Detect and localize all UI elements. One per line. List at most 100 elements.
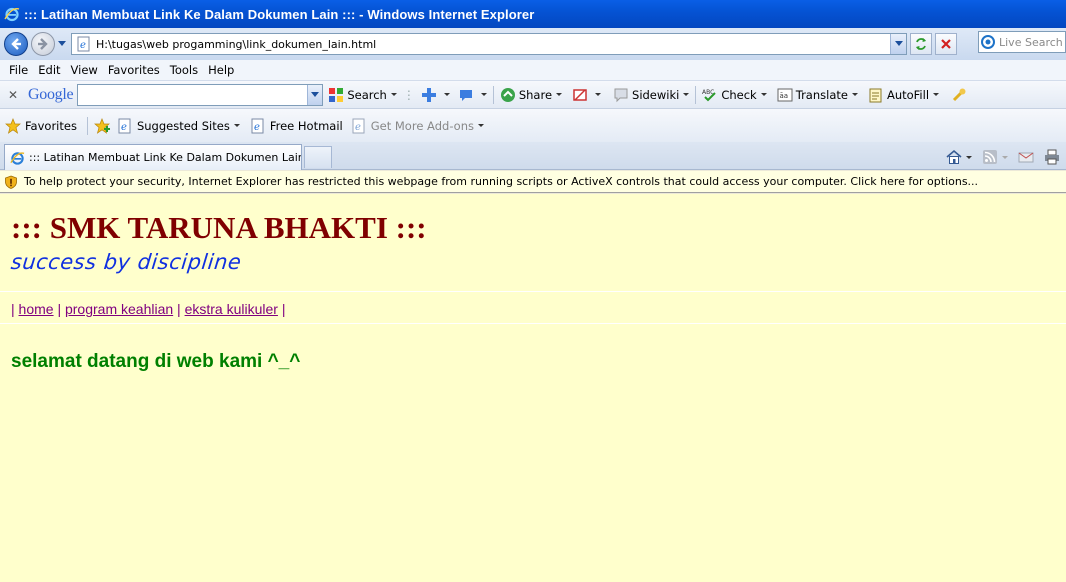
site-tagline: success by discipline — [9, 250, 243, 274]
tab-label: ::: Latihan Membuat Link Ke Dalam Dokume… — [28, 151, 301, 164]
tab-row: ::: Latihan Membuat Link Ke Dalam Dokume… — [0, 142, 1066, 170]
rss-icon — [983, 150, 997, 164]
menu-help[interactable]: Help — [203, 63, 239, 77]
welcome-message: selamat datang di web kami ^_^ — [11, 351, 301, 372]
share-button[interactable]: Share — [500, 87, 563, 103]
google-search-label: Search — [347, 87, 387, 102]
chevron-down-icon — [595, 93, 602, 96]
add-favorite-button[interactable] — [94, 117, 114, 134]
stop-icon — [941, 39, 951, 49]
horizontal-rule — [0, 323, 1066, 324]
nav-link-program-keahlian[interactable]: program keahlian — [65, 301, 173, 317]
share-icon — [500, 87, 516, 103]
address-toolbar: e H:\tugas\web progamming\link_dokumen_l… — [0, 28, 1066, 60]
forward-button[interactable] — [31, 32, 55, 56]
shield-warning-icon — [5, 175, 17, 189]
chevron-down-icon — [1002, 155, 1008, 159]
google-toolbar: ✕ Google Search ⋮ Share Sidewiki ABC Che… — [0, 81, 1066, 109]
recent-pages-dropdown[interactable] — [55, 32, 69, 56]
menu-file[interactable]: File — [4, 63, 33, 77]
back-arrow-icon — [11, 38, 21, 50]
window-title: ::: Latihan Membuat Link Ke Dalam Dokume… — [24, 6, 535, 22]
security-infobar[interactable]: To help protect your security, Internet … — [0, 171, 1066, 193]
google-search-button[interactable]: Search — [328, 87, 397, 103]
nav-separator: | — [281, 301, 286, 317]
autofill-button[interactable]: AutoFill — [868, 87, 940, 103]
mail-icon — [1018, 152, 1034, 163]
feeds-button[interactable] — [982, 149, 1008, 165]
favorites-bar: Favorites e Suggested Sites e Free Hotma… — [0, 109, 1066, 142]
suggested-sites-link[interactable]: e Suggested Sites — [117, 118, 240, 134]
nav-separator: | — [177, 301, 181, 317]
print-button[interactable] — [1044, 149, 1060, 165]
ie-logo-icon — [4, 7, 20, 22]
menu-view[interactable]: View — [66, 63, 103, 77]
get-more-addons-link[interactable]: e Get More Add-ons — [351, 118, 484, 134]
google-g-icon — [328, 87, 344, 103]
google-search-dropdown[interactable] — [307, 84, 323, 105]
refresh-icon — [916, 38, 926, 50]
ie-page-icon: e — [77, 36, 90, 52]
print-icon — [1045, 149, 1059, 165]
menu-favorites[interactable]: Favorites — [103, 63, 165, 77]
menu-edit[interactable]: Edit — [33, 63, 65, 77]
free-hotmail-link[interactable]: e Free Hotmail — [250, 118, 343, 134]
chevron-down-icon — [851, 93, 858, 96]
wrench-icon — [951, 87, 967, 103]
address-bar[interactable]: e H:\tugas\web progamming\link_dokumen_l… — [71, 33, 907, 55]
toolbar-divider — [492, 85, 494, 104]
google-search-input[interactable] — [77, 83, 324, 106]
svg-text:āa: āa — [779, 92, 788, 100]
chevron-down-icon — [58, 41, 66, 46]
check-label: Check — [721, 87, 757, 102]
speech-bubble-button[interactable] — [458, 87, 487, 103]
live-search-placeholder: Live Search — [999, 35, 1063, 49]
home-button[interactable] — [946, 149, 972, 165]
translate-button[interactable]: āa Translate — [777, 87, 858, 103]
suggested-sites-label: Suggested Sites — [136, 118, 230, 133]
settings-wrench-button[interactable] — [951, 87, 970, 103]
popup-blocker-icon — [572, 87, 588, 103]
spell-check-button[interactable]: ABC Check — [702, 87, 767, 103]
ie-logo-icon — [10, 151, 25, 165]
plus-button[interactable] — [421, 87, 450, 103]
chevron-down-icon — [480, 93, 487, 96]
star-icon — [5, 117, 21, 134]
chevron-down-icon — [966, 155, 972, 159]
chevron-down-icon — [556, 93, 563, 96]
tab-active[interactable]: ::: Latihan Membuat Link Ke Dalam Dokume… — [4, 144, 302, 170]
svg-text:e: e — [121, 122, 127, 133]
address-dropdown[interactable] — [890, 34, 906, 54]
google-logo: Google — [28, 85, 74, 103]
command-bar — [936, 146, 1060, 168]
infobar-message: To help protect your security, Internet … — [24, 175, 979, 188]
svg-text:e: e — [80, 40, 86, 51]
page-content: ::: SMK TARUNA BHAKTI ::: success by dis… — [0, 194, 1066, 582]
back-button[interactable] — [4, 32, 28, 56]
toolbar-divider — [86, 116, 88, 135]
sidewiki-button[interactable]: Sidewiki — [613, 87, 690, 103]
chevron-down-icon — [760, 93, 767, 96]
svg-text:e: e — [254, 122, 260, 133]
read-mail-button[interactable] — [1018, 149, 1034, 165]
popup-blocker-button[interactable] — [572, 87, 602, 103]
address-url[interactable]: H:\tugas\web progamming\link_dokumen_lai… — [96, 38, 890, 51]
refresh-button[interactable] — [910, 33, 932, 55]
close-toolbar-icon[interactable]: ✕ — [6, 88, 20, 102]
stop-button[interactable] — [935, 33, 957, 55]
nav-separator: | — [57, 301, 62, 317]
nav-link-home[interactable]: home — [19, 301, 54, 317]
ie-page-icon: e — [117, 118, 133, 134]
new-tab-button[interactable] — [304, 146, 332, 168]
menu-tools[interactable]: Tools — [165, 63, 203, 77]
bing-icon — [981, 35, 995, 49]
plus-icon — [421, 87, 437, 103]
speech-bubble-icon — [458, 87, 474, 103]
favorites-button[interactable]: Favorites — [5, 117, 77, 134]
share-label: Share — [518, 87, 553, 102]
autofill-label: AutoFill — [886, 87, 930, 102]
live-search-input[interactable]: Live Search — [978, 31, 1066, 53]
nav-link-ekstra-kulikuler[interactable]: ekstra kulikuler — [185, 301, 278, 317]
home-icon — [946, 149, 962, 164]
site-title: ::: SMK TARUNA BHAKTI ::: — [11, 210, 427, 245]
